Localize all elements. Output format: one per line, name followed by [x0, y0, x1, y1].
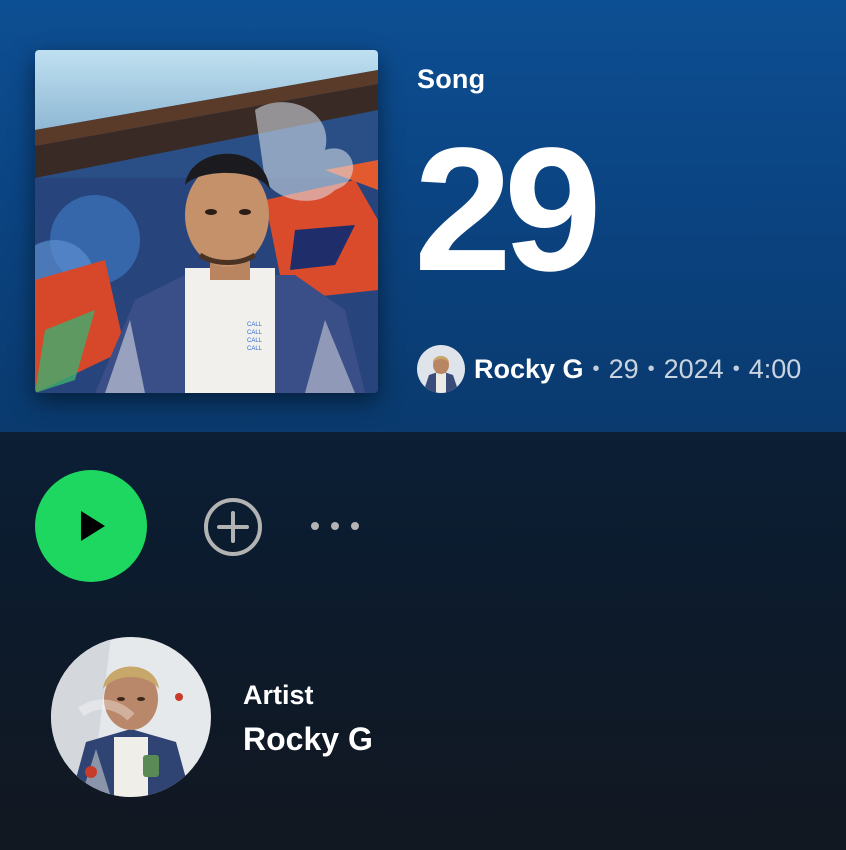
meta-separator: •	[647, 357, 655, 380]
svg-text:CALL: CALL	[247, 322, 263, 328]
more-options-button[interactable]	[306, 510, 366, 542]
artist-avatar	[51, 637, 211, 797]
artist-row-label: Artist	[243, 680, 314, 710]
artist-mini-avatar[interactable]	[417, 345, 465, 393]
album-cover-image: CALL CALL CALL CALL	[35, 50, 378, 393]
meta-separator: •	[592, 357, 600, 380]
more-horizontal-icon	[311, 522, 359, 530]
song-title: 29	[414, 112, 602, 308]
svg-text:CALL: CALL	[247, 330, 263, 336]
play-button[interactable]	[35, 470, 147, 582]
album-name[interactable]: 29	[609, 354, 639, 385]
svg-text:CALL: CALL	[247, 346, 263, 352]
svg-text:CALL: CALL	[247, 338, 263, 344]
artist-link[interactable]: Rocky G	[474, 354, 584, 385]
song-header: CALL CALL CALL CALL Song 29 Rocky G • 29…	[0, 0, 846, 432]
song-meta: Rocky G • 29 • 2024 • 4:00	[417, 345, 801, 393]
artist-row-name: Rocky G	[243, 721, 373, 757]
release-year: 2024	[663, 353, 724, 384]
artist-row[interactable]: Artist Rocky G	[51, 637, 651, 797]
meta-separator: •	[732, 357, 740, 380]
song-page: CALL CALL CALL CALL Song 29 Rocky G • 29…	[0, 0, 846, 850]
plus-circle-icon	[204, 498, 262, 556]
play-icon	[81, 511, 105, 541]
item-type-label: Song	[417, 64, 486, 94]
song-duration: 4:00	[748, 353, 802, 384]
add-to-library-button[interactable]	[202, 496, 264, 558]
